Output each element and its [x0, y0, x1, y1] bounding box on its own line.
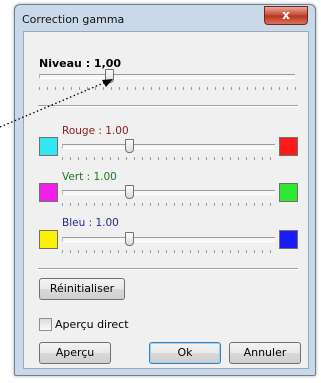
- green-swatch: [279, 183, 298, 202]
- magenta-swatch: [39, 183, 58, 202]
- blue-label: Bleu : 1.00: [62, 217, 119, 229]
- reset-button[interactable]: Réinitialiser: [39, 278, 125, 300]
- red-slider-thumb[interactable]: [125, 139, 134, 153]
- blue-slider-thumb[interactable]: [125, 232, 134, 246]
- preview-button[interactable]: Aperçu: [39, 342, 111, 364]
- red-slider-ticks: [62, 157, 274, 160]
- direct-preview-checkbox[interactable]: [39, 318, 52, 331]
- dialog-body: Niveau : 1,00 Rouge : 1.00 Vert : 1.00 B…: [23, 31, 309, 369]
- close-button[interactable]: x: [264, 6, 308, 25]
- blue-slider-track[interactable]: [62, 237, 275, 242]
- yellow-swatch: [39, 230, 58, 249]
- green-label: Vert : 1.00: [62, 171, 117, 183]
- blue-slider-ticks: [62, 250, 274, 253]
- green-slider-thumb[interactable]: [125, 185, 134, 199]
- green-slider-ticks: [62, 203, 274, 206]
- cancel-button[interactable]: Annuler: [229, 342, 301, 364]
- red-label: Rouge : 1.00: [62, 125, 129, 137]
- title-bar[interactable]: Correction gamma x: [15, 5, 315, 31]
- separator: [38, 268, 298, 270]
- gamma-correction-dialog: Correction gamma x Niveau : 1,00 Rouge :…: [14, 4, 316, 376]
- level-slider-thumb[interactable]: [105, 69, 114, 83]
- cyan-swatch: [39, 137, 58, 156]
- red-slider-track[interactable]: [62, 144, 275, 149]
- level-slider-ticks: [39, 87, 297, 90]
- separator: [38, 105, 298, 107]
- ok-button[interactable]: Ok: [149, 342, 221, 364]
- green-slider-track[interactable]: [62, 190, 275, 195]
- red-swatch: [279, 137, 298, 156]
- blue-swatch: [279, 230, 298, 249]
- direct-preview-label[interactable]: Aperçu direct: [55, 318, 129, 331]
- level-slider-track[interactable]: [39, 74, 295, 79]
- window-title: Correction gamma: [22, 13, 125, 26]
